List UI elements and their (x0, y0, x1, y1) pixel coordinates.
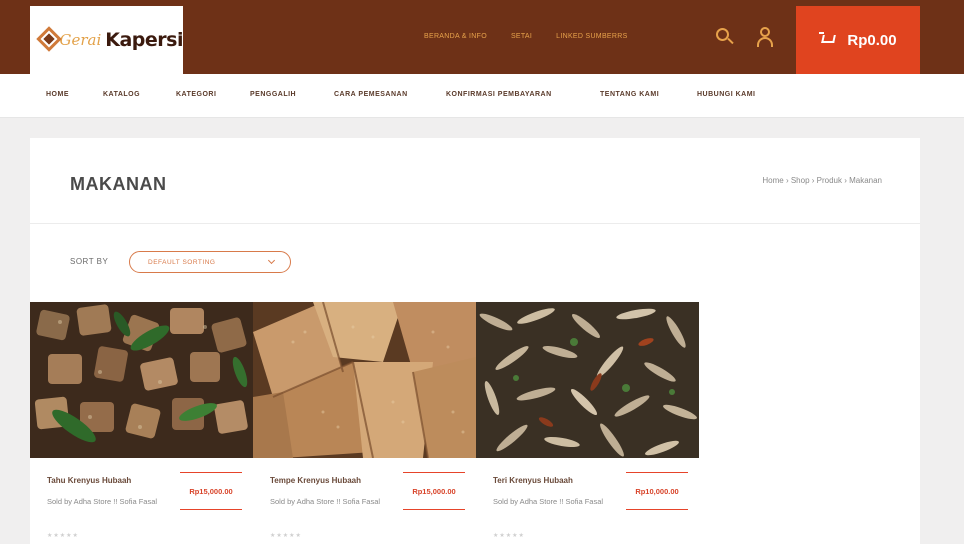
logo-script-text: Gerai (59, 31, 102, 49)
user-account-icon[interactable] (754, 26, 776, 48)
product-price: Rp15,000.00 (412, 486, 456, 496)
product-price: Rp10,000.00 (635, 486, 679, 496)
top-link-linked[interactable]: LINKED SUMBERRS (556, 33, 627, 40)
logo-diamond-icon (36, 26, 62, 54)
nav-home[interactable]: HOME (46, 91, 69, 98)
sort-select[interactable]: DEFAULT SORTING (129, 251, 291, 273)
cart-button[interactable]: Rp0.00 (796, 6, 920, 74)
top-link-beranda[interactable]: BERANDA & INFO (424, 33, 487, 40)
product-name[interactable]: Teri Krenyus Hubaah (493, 476, 573, 485)
product-image-tempe[interactable] (253, 302, 476, 458)
main-navigation: HOME KATALOG KATEGORI PENGGALIH CARA PEM… (0, 74, 964, 118)
nav-tentang-kami[interactable]: TENTANG KAMI (600, 91, 659, 98)
product-card[interactable]: Tahu Krenyus Hubaah Sold by Adha Store !… (30, 302, 253, 544)
product-seller[interactable]: Sold by Adha Store !! Sofia Fasal (270, 495, 395, 508)
product-name[interactable]: Tahu Krenyus Hubaah (47, 476, 131, 485)
nav-hubungi-kami[interactable]: HUBUNGI KAMI (697, 91, 756, 98)
logo-text: Kapersi (105, 29, 183, 51)
product-image-teri[interactable] (476, 302, 699, 458)
product-rating: ★★★★★ (493, 533, 525, 539)
sort-selected-value: DEFAULT SORTING (148, 258, 216, 266)
breadcrumb[interactable]: Home › Shop › Produk › Makanan (762, 176, 882, 185)
nav-kategori[interactable]: KATEGORI (176, 91, 216, 98)
product-price-box: Rp10,000.00 (626, 472, 688, 510)
top-links: BERANDA & INFO SETAI LINKED SUMBERRS (424, 33, 628, 40)
nav-penggalih[interactable]: PENGGALIH (250, 91, 296, 98)
product-image-tahu[interactable] (30, 302, 253, 458)
product-rating: ★★★★★ (47, 533, 79, 539)
top-link-setai[interactable]: SETAI (511, 33, 532, 40)
product-name[interactable]: Tempe Krenyus Hubaah (270, 476, 361, 485)
nav-konfirmasi-pembayaran[interactable]: KONFIRMASI PEMBAYARAN (446, 91, 552, 98)
product-price: Rp15,000.00 (189, 486, 233, 496)
page-title: MAKANAN (70, 174, 167, 194)
product-seller[interactable]: Sold by Adha Store !! Sofia Fasal (493, 495, 618, 508)
cart-icon (819, 32, 837, 48)
search-icon[interactable] (714, 26, 736, 48)
top-header: Gerai Kapersi BERANDA & INFO SETAI LINKE… (0, 0, 964, 74)
chevron-down-icon (267, 256, 276, 265)
sort-label: SORT BY (70, 257, 109, 266)
cart-total: Rp0.00 (847, 31, 897, 49)
site-logo[interactable]: Gerai Kapersi (30, 6, 183, 74)
product-seller[interactable]: Sold by Adha Store !! Sofia Fasal (47, 495, 172, 508)
product-card[interactable]: Tempe Krenyus Hubaah Sold by Adha Store … (253, 302, 476, 544)
product-price-box: Rp15,000.00 (180, 472, 242, 510)
product-grid: Tahu Krenyus Hubaah Sold by Adha Store !… (30, 302, 920, 544)
page-title-panel: MAKANAN Home › Shop › Produk › Makanan (30, 138, 920, 224)
nav-katalog[interactable]: KATALOG (103, 91, 140, 98)
product-card[interactable]: Teri Krenyus Hubaah Sold by Adha Store !… (476, 302, 699, 544)
nav-cara-pemesanan[interactable]: CARA PEMESANAN (334, 91, 408, 98)
product-price-box: Rp15,000.00 (403, 472, 465, 510)
sort-panel: SORT BY DEFAULT SORTING (30, 224, 920, 302)
product-rating: ★★★★★ (270, 533, 302, 539)
